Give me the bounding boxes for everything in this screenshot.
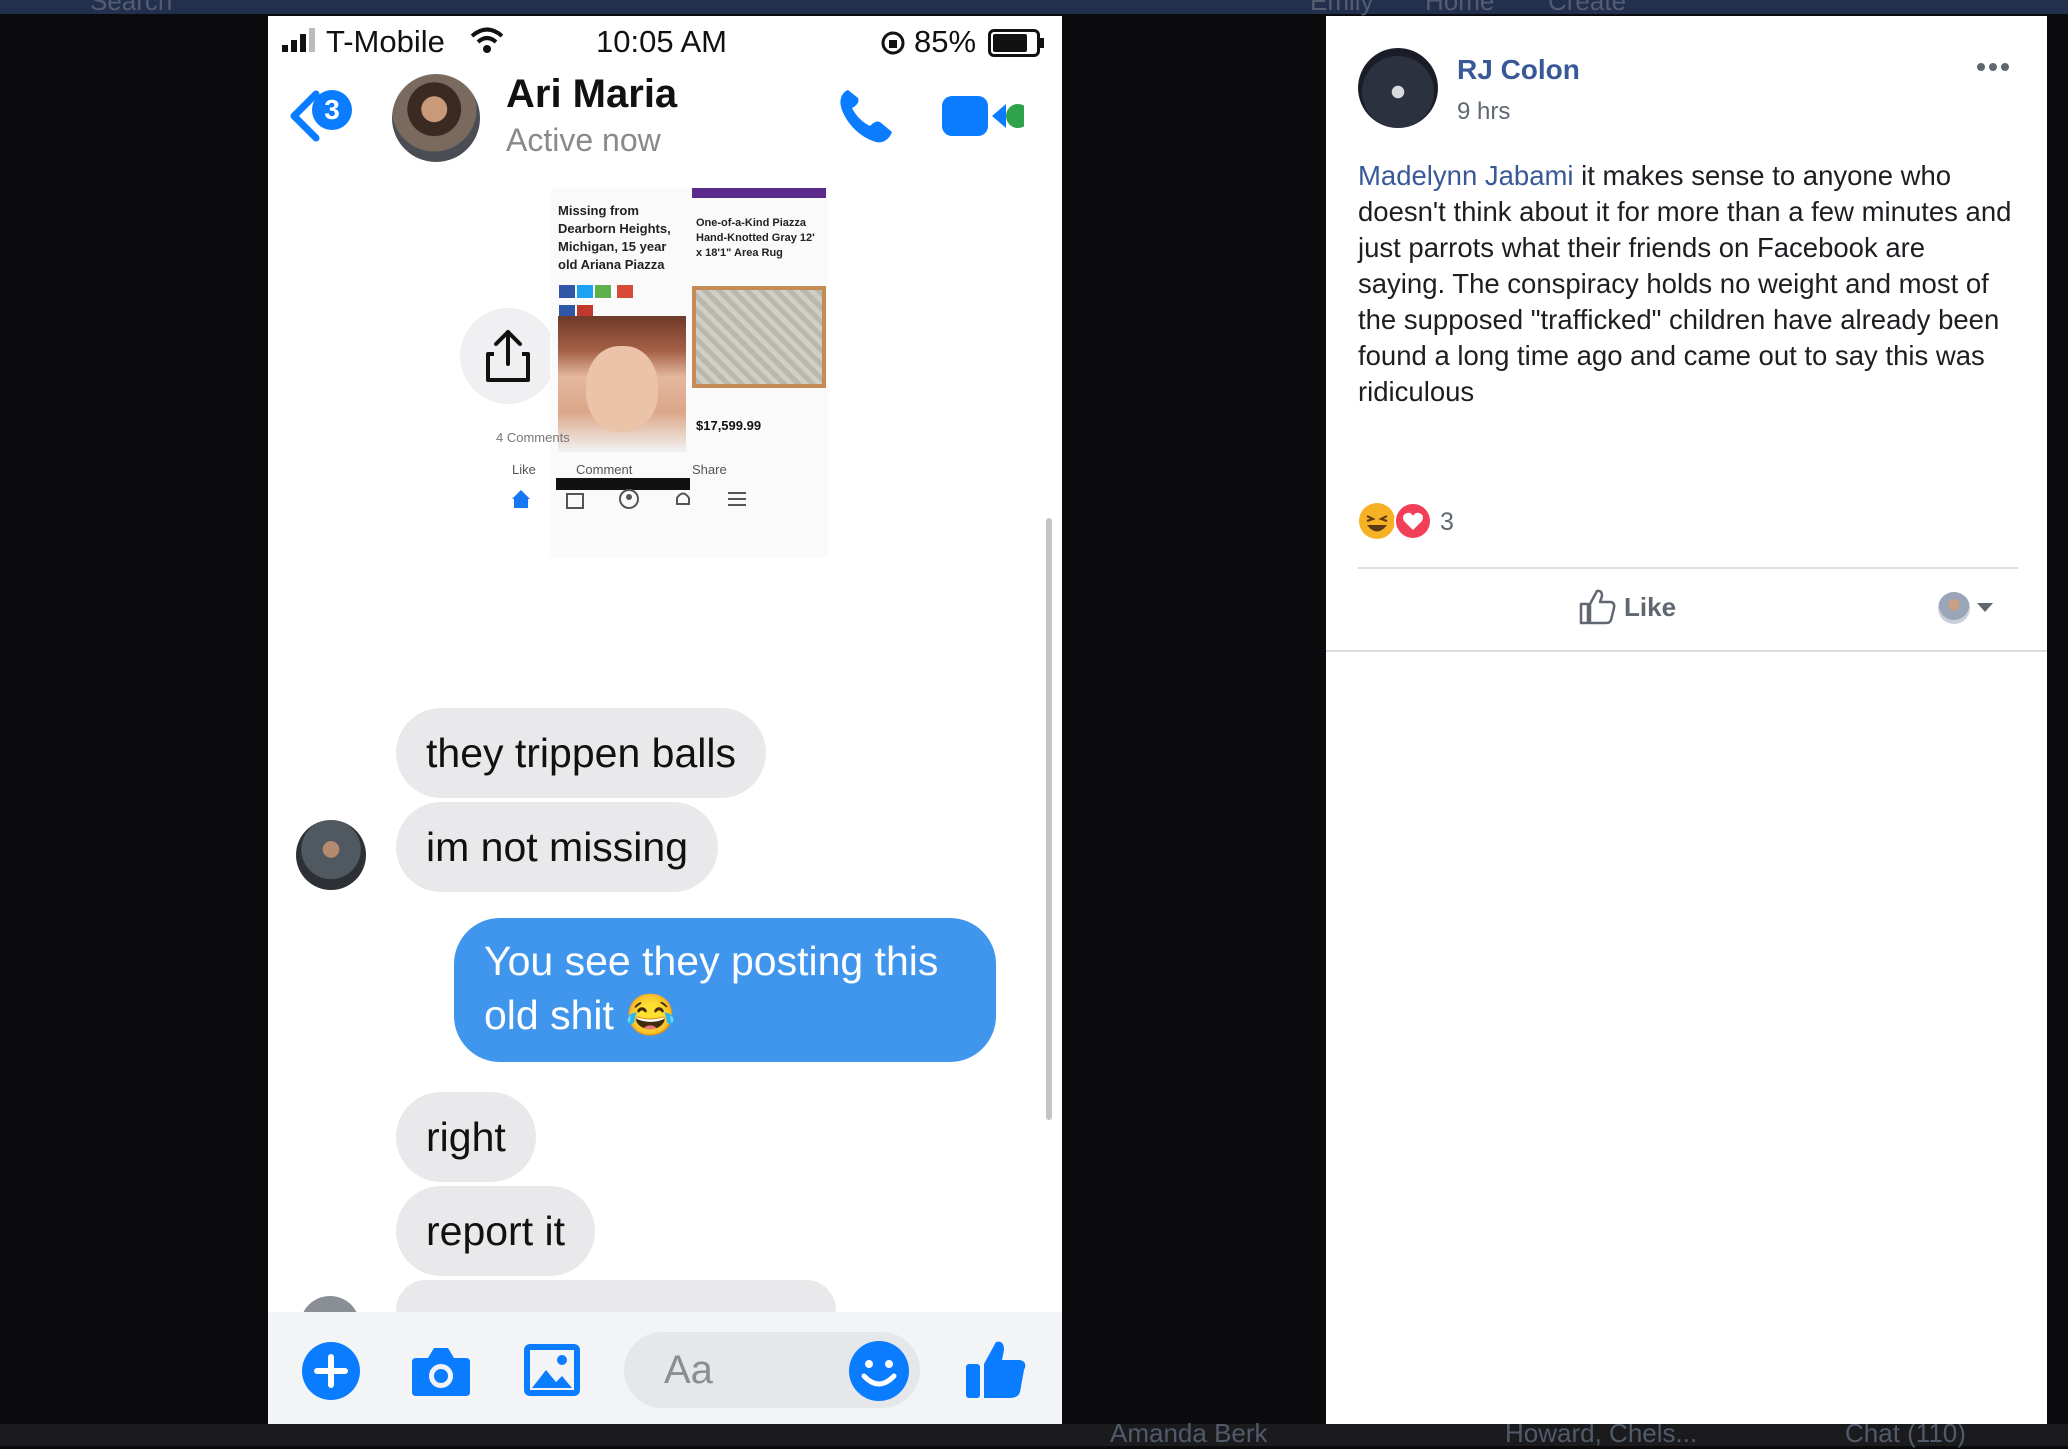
- profile-icon: [619, 489, 639, 509]
- author-name[interactable]: RJ Colon: [1457, 54, 1580, 86]
- message-placeholder: Aa: [664, 1348, 713, 1392]
- incoming-message[interactable]: report it: [396, 1186, 595, 1276]
- contact-name[interactable]: Ari Maria: [506, 72, 677, 117]
- contact-status: Active now: [506, 122, 661, 158]
- post-like-action[interactable]: Like: [512, 462, 536, 477]
- reaction-count: 3: [1440, 508, 1454, 536]
- background-chat-bar: Amanda Berk Howard, Chels... Chat (110): [0, 1418, 2068, 1448]
- missing-girl-photo: [558, 316, 686, 452]
- rotation-lock-icon: [881, 31, 905, 55]
- mention-link[interactable]: Madelynn Jabami: [1358, 160, 1574, 191]
- divider: [1358, 567, 2018, 569]
- contact-avatar[interactable]: [392, 74, 480, 162]
- store-header-bar: [692, 188, 826, 198]
- background-top-bar: Search Emily Home Create: [0, 0, 2068, 16]
- post-nav-icons: [496, 486, 746, 514]
- incoming-message[interactable]: they trippen balls: [396, 708, 766, 798]
- panel-divider: [1326, 650, 2047, 652]
- share-icon: [486, 330, 530, 382]
- partial-avatar: [300, 1296, 360, 1312]
- partial-message: [396, 1280, 836, 1312]
- rug-photo: [692, 286, 826, 388]
- social-share-icons: [558, 284, 636, 318]
- battery-icon: [988, 29, 1044, 57]
- bg-chat-tab-1: Amanda Berk: [1110, 1418, 1268, 1448]
- menu-icon: [728, 492, 746, 506]
- wifi-icon: [470, 27, 504, 53]
- thumbs-up-icon[interactable]: [964, 1336, 1028, 1402]
- missing-headline: Missing from Dearborn Heights, Michigan,…: [558, 203, 671, 272]
- post-share-action[interactable]: Share: [692, 462, 727, 477]
- status-bar: T-Mobile 10:05 AM 85%: [268, 16, 1062, 68]
- phone-call-icon[interactable]: [836, 86, 894, 144]
- incoming-message[interactable]: right: [396, 1092, 536, 1182]
- rug-title: One-of-a-Kind Piazza Hand-Knotted Gray 1…: [696, 217, 815, 259]
- caret-down-icon: [1977, 603, 1993, 612]
- reaction-picker[interactable]: [1938, 592, 1998, 626]
- like-label: Like: [1624, 592, 1677, 622]
- sender-avatar[interactable]: [296, 820, 366, 890]
- rug-price: $17,599.99: [696, 418, 762, 433]
- home-icon: [512, 490, 530, 508]
- gallery-icon[interactable]: [522, 1342, 582, 1398]
- video-call-icon[interactable]: [942, 92, 1024, 140]
- outgoing-message[interactable]: You see they posting this old shit 😂: [454, 918, 996, 1062]
- more-options-icon[interactable]: [1976, 60, 2010, 74]
- comment-text: Madelynn Jabami it makes sense to anyone…: [1358, 158, 2018, 410]
- messenger-screenshot: T-Mobile 10:05 AM 85% 3 Ari Maria Active…: [268, 16, 1062, 1424]
- signal-icon: [282, 28, 315, 52]
- incoming-message[interactable]: im not missing: [396, 802, 719, 892]
- camera-icon[interactable]: [410, 1342, 472, 1400]
- battery-percent: 85%: [914, 24, 977, 59]
- love-reaction-icon: [1394, 502, 1432, 540]
- chat-header: 3 Ari Maria Active now: [268, 68, 1062, 188]
- bg-create-label: Create: [1548, 0, 1627, 16]
- unread-badge[interactable]: 3: [312, 90, 352, 130]
- comment-body: it makes sense to anyone who doesn't thi…: [1358, 160, 2012, 407]
- comments-count: 4 Comments: [496, 430, 570, 445]
- facebook-comment-panel: RJ Colon 9 hrs Madelynn Jabami it makes …: [1326, 16, 2047, 1424]
- add-icon[interactable]: [302, 1342, 360, 1400]
- viewer-avatar: [1938, 592, 1970, 624]
- emoji-icon[interactable]: [848, 1340, 910, 1402]
- bg-home-label: Home: [1425, 0, 1495, 16]
- notifications-icon: [676, 492, 690, 505]
- post-comment-action[interactable]: Comment: [576, 462, 632, 477]
- carrier-name: T-Mobile: [326, 24, 445, 59]
- share-button[interactable]: [460, 308, 556, 404]
- author-avatar[interactable]: [1358, 48, 1438, 128]
- like-button[interactable]: Like: [1578, 588, 1698, 628]
- message-thread[interactable]: Missing from Dearborn Heights, Michigan,…: [268, 188, 1062, 1312]
- like-icon: [1579, 589, 1616, 625]
- bg-search-label: Search: [90, 0, 173, 16]
- message-composer: Aa: [268, 1312, 1062, 1424]
- marketplace-icon: [566, 493, 584, 509]
- clock: 10:05 AM: [596, 24, 727, 59]
- post-time[interactable]: 9 hrs: [1457, 98, 1510, 126]
- haha-reaction-icon: [1359, 503, 1395, 539]
- thread-scrollbar[interactable]: [1046, 518, 1052, 1120]
- bg-profile-label: Emily: [1310, 0, 1374, 16]
